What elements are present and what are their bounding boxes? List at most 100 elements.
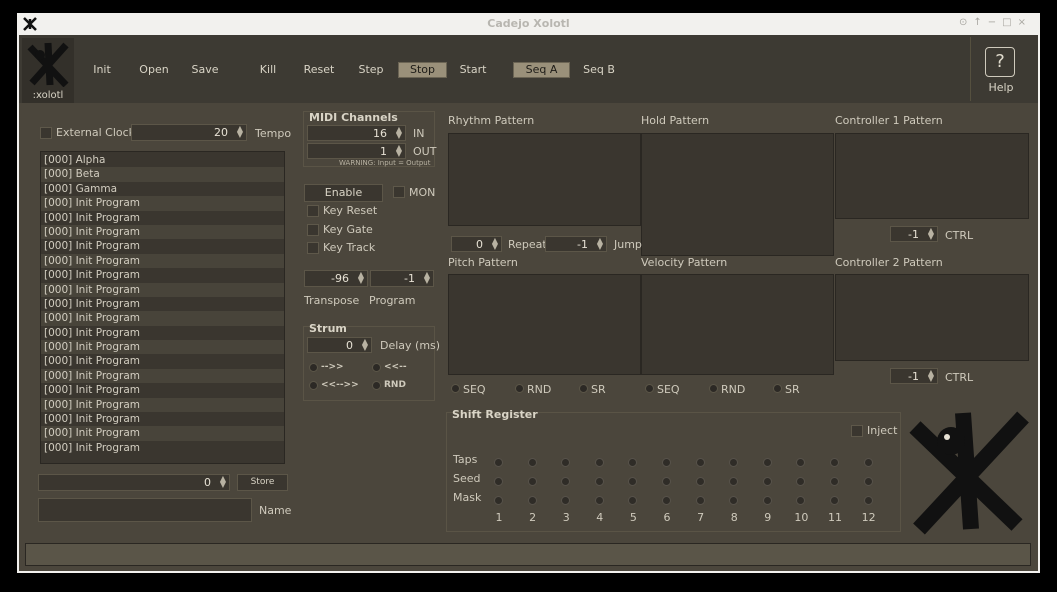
program-list-item[interactable]: [000] Init Program (41, 253, 284, 269)
transpose-spinner[interactable]: -96 ▲ ▼ (304, 270, 368, 287)
program-list-item[interactable]: [000] Init Program (41, 326, 284, 340)
program-list-item[interactable]: [000] Init Program (41, 426, 284, 441)
strum-alternate-radio[interactable] (309, 381, 318, 390)
external-clock-checkbox[interactable] (40, 127, 52, 139)
program-list-item[interactable]: [000] Alpha (41, 153, 284, 167)
strum-random-radio[interactable] (372, 381, 381, 390)
repeat-spinner[interactable]: 0 ▲ ▼ (451, 236, 502, 252)
shift-register-mask-bit[interactable] (662, 496, 671, 505)
enable-button[interactable]: Enable (304, 184, 383, 202)
open-button[interactable]: Open (136, 63, 172, 76)
shift-register-mask-bit[interactable] (830, 496, 839, 505)
program-list-item[interactable]: [000] Init Program (41, 196, 284, 211)
shift-register-mask-bit[interactable] (695, 496, 705, 505)
program-list-item[interactable]: [000] Init Program (41, 239, 284, 253)
rhythm-pattern-editor[interactable] (448, 133, 641, 226)
strum-delay-spinner[interactable]: 0 ▲ ▼ (307, 337, 372, 353)
shift-register-seed-bit[interactable] (662, 477, 671, 486)
program-list-item[interactable]: [000] Init Program (41, 224, 284, 240)
controller2-pattern-editor[interactable] (835, 274, 1029, 361)
program-number-spinner[interactable]: 0 ▲ ▼ (38, 474, 230, 491)
program-list-item[interactable]: [000] Init Program (41, 441, 284, 455)
hold-pattern-editor[interactable] (641, 133, 834, 256)
raise-icon[interactable]: ↑ (973, 17, 987, 28)
shift-register-taps-bit[interactable] (830, 458, 839, 467)
step-button[interactable]: Step (354, 63, 388, 76)
shift-register-seed-bit[interactable] (494, 477, 503, 486)
key-gate-checkbox[interactable] (307, 224, 319, 236)
pitch-rnd-radio[interactable] (515, 384, 524, 393)
save-button[interactable]: Save (187, 63, 223, 76)
program-list-item[interactable]: [000] Init Program (41, 383, 284, 397)
shift-register-column-number: 5 (629, 511, 637, 524)
shift-register-taps-bit[interactable] (527, 458, 537, 467)
ctrl2-spinner[interactable]: -1 ▲ ▼ (890, 368, 938, 384)
shift-register-seed-bit[interactable] (594, 477, 604, 486)
midi-out-spinner[interactable]: 1 ▲ ▼ (307, 143, 406, 159)
strum-forward-radio[interactable] (309, 363, 318, 372)
velocity-sr-radio[interactable] (773, 384, 782, 393)
ctrl1-spinner[interactable]: -1 ▲ ▼ (890, 226, 938, 242)
name-input[interactable] (38, 498, 252, 522)
kill-button[interactable]: Kill (255, 63, 281, 76)
shift-register-seed-bit[interactable] (762, 477, 772, 486)
program-list-item[interactable]: [000] Init Program (41, 397, 284, 413)
program-list-item[interactable]: [000] Gamma (41, 182, 284, 196)
strum-reverse-radio[interactable] (372, 363, 381, 372)
program-list-item[interactable]: [000] Init Program (41, 268, 284, 282)
velocity-seq-radio[interactable] (645, 384, 654, 393)
program-list[interactable]: [000] Alpha [000] Beta [000] Gamma [000] In… (40, 151, 285, 464)
start-button[interactable]: Start (455, 63, 491, 76)
controller1-pattern-editor[interactable] (835, 133, 1029, 219)
shift-register-taps-bit[interactable] (594, 458, 604, 467)
close-icon[interactable]: × (1018, 17, 1032, 28)
velocity-pattern-editor[interactable] (641, 274, 834, 375)
program-list-item[interactable]: [000] Init Program (41, 340, 284, 355)
shift-register-taps-bit[interactable] (662, 458, 671, 467)
stop-button[interactable]: Stop (398, 62, 447, 78)
key-track-checkbox[interactable] (307, 242, 319, 254)
shift-register-seed-bit[interactable] (863, 477, 873, 486)
shift-register-seed-bit[interactable] (695, 477, 705, 486)
tempo-spinner[interactable]: 20 ▲ ▼ (131, 124, 247, 141)
maximize-icon[interactable]: □ (1002, 17, 1017, 28)
store-button[interactable]: Store (237, 474, 288, 491)
shift-register-taps-bit[interactable] (494, 458, 503, 467)
shift-register-mask-bit[interactable] (762, 496, 772, 505)
pitch-pattern-editor[interactable] (448, 274, 641, 375)
reset-button[interactable]: Reset (299, 63, 339, 76)
minimize-icon[interactable]: − (988, 17, 1002, 28)
program-list-item[interactable]: [000] Init Program (41, 211, 284, 225)
window-controls[interactable]: ⊙↑−□× (959, 17, 1032, 28)
shift-register-seed-bit[interactable] (830, 477, 839, 486)
shift-register-taps-bit[interactable] (762, 458, 772, 467)
shift-register-mask-bit[interactable] (527, 496, 537, 505)
help-icon[interactable]: ? (985, 47, 1015, 77)
seq-a-button[interactable]: Seq A (513, 62, 570, 78)
shift-register-mask-bit[interactable] (494, 496, 503, 505)
mon-checkbox[interactable] (393, 186, 405, 198)
program-list-item[interactable]: [000] Init Program (41, 297, 284, 311)
pitch-sr-radio[interactable] (579, 384, 588, 393)
velocity-rnd-radio[interactable] (709, 384, 718, 393)
init-button[interactable]: Init (87, 63, 117, 76)
shift-register-mask-bit[interactable] (863, 496, 873, 505)
program-list-item[interactable]: [000] Init Program (41, 282, 284, 297)
key-reset-checkbox[interactable] (307, 205, 319, 217)
jump-spinner[interactable]: -1 ▲ ▼ (545, 236, 607, 252)
shift-register-mask-bit[interactable] (594, 496, 604, 505)
program-list-item[interactable]: [000] Init Program (41, 368, 284, 384)
sticky-icon[interactable]: ⊙ (959, 17, 973, 28)
seq-b-button[interactable]: Seq B (579, 63, 619, 76)
program-list-item[interactable]: [000] Init Program (41, 354, 284, 368)
program-change-spinner[interactable]: -1 ▲ ▼ (370, 270, 434, 287)
pitch-seq-radio[interactable] (451, 384, 460, 393)
program-list-item[interactable]: [000] Beta (41, 167, 284, 182)
program-list-item[interactable]: [000] Init Program (41, 412, 284, 426)
shift-register-taps-bit[interactable] (863, 458, 873, 467)
midi-in-spinner[interactable]: 16 ▲ ▼ (307, 125, 406, 141)
shift-register-seed-bit[interactable] (527, 477, 537, 486)
inject-checkbox[interactable] (851, 425, 863, 437)
shift-register-taps-bit[interactable] (695, 458, 705, 467)
program-list-item[interactable]: [000] Init Program (41, 311, 284, 326)
